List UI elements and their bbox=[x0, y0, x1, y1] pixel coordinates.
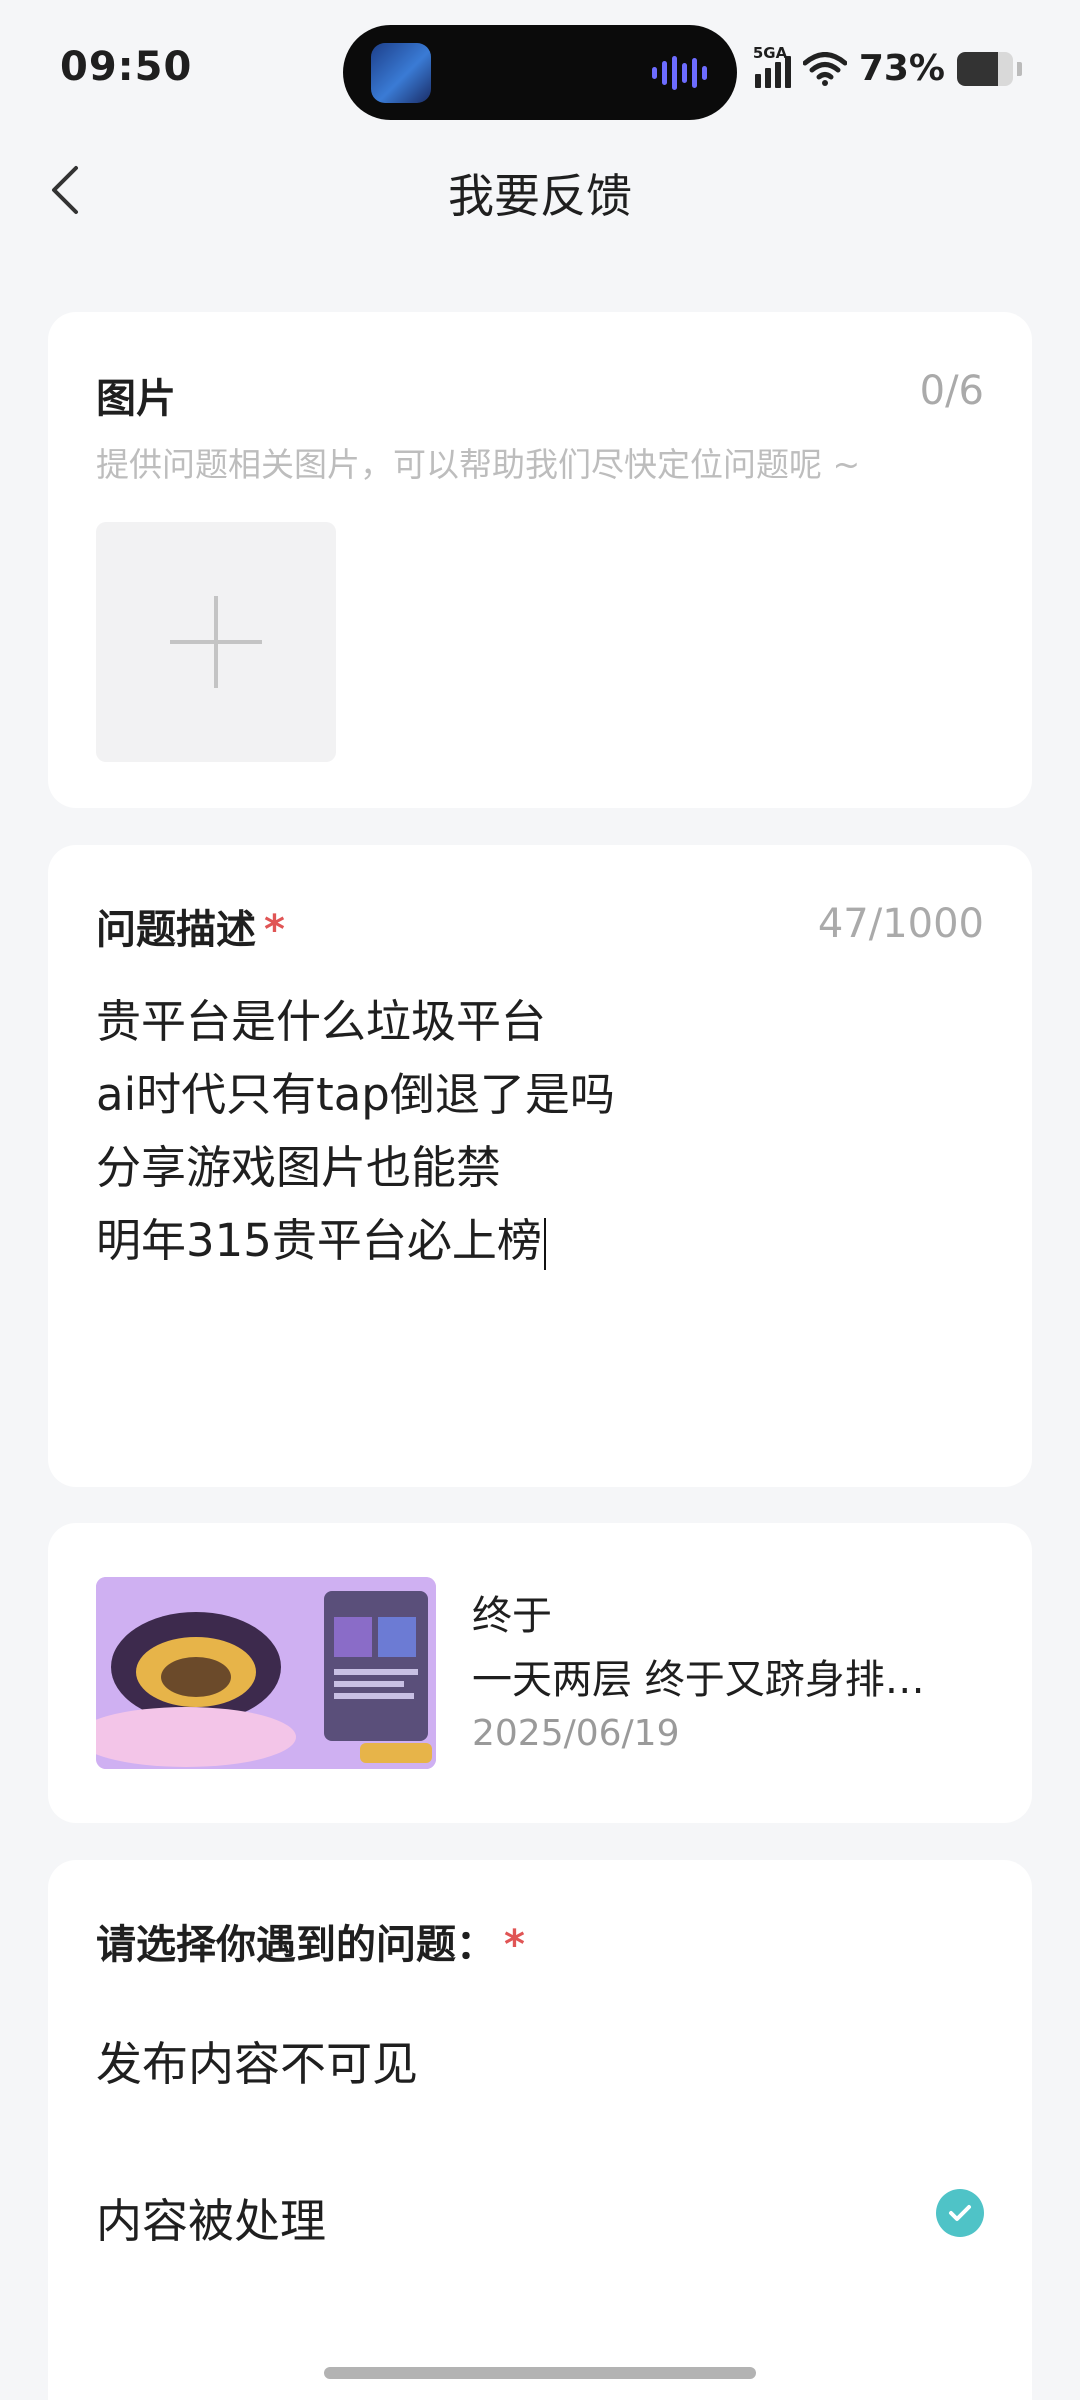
required-mark: * bbox=[504, 1922, 525, 1968]
wifi-icon bbox=[802, 51, 847, 86]
problem-card: 请选择你遇到的问题： * 发布内容不可见 内容被处理 bbox=[48, 1860, 1032, 2400]
text-cursor bbox=[543, 1218, 546, 1270]
plus-icon bbox=[170, 596, 262, 688]
images-card: 图片 0/6 提供问题相关图片，可以帮助我们尽快定位问题呢 ~ bbox=[48, 312, 1032, 808]
game-screenshot-image bbox=[96, 1577, 436, 1769]
dynamic-island[interactable] bbox=[343, 25, 737, 120]
status-time: 09:50 bbox=[60, 44, 193, 90]
add-image-button[interactable] bbox=[96, 522, 336, 762]
nav-bar: 我要反馈 bbox=[0, 140, 1080, 240]
description-line: 贵平台是什么垃圾平台 bbox=[96, 995, 547, 1048]
audio-wave-icon bbox=[652, 55, 707, 91]
battery-icon bbox=[957, 51, 1013, 86]
post-title: 终于 bbox=[472, 1593, 552, 1639]
page-title: 我要反馈 bbox=[448, 169, 632, 223]
status-indicators: 5GA 73% bbox=[753, 44, 1022, 89]
description-line: 分享游戏图片也能禁 bbox=[96, 1141, 502, 1194]
description-card: 问题描述 * 47/1000 贵平台是什么垃圾平台 ai时代只有tap倒退了是吗 … bbox=[48, 845, 1032, 1487]
problem-option-invisible[interactable]: 发布内容不可见 bbox=[48, 2000, 1032, 2110]
network-type: 5GA bbox=[752, 43, 788, 62]
images-counter: 0/6 bbox=[919, 368, 984, 414]
option-label: 内容被处理 bbox=[96, 2194, 326, 2248]
problem-title-label: 请选择你遇到的问题： bbox=[96, 1922, 496, 1968]
description-line-last: 明年315贵平台必上榜 bbox=[96, 1204, 984, 1277]
post-subtitle: 一天两层 终于又跻身排行榜了 bbox=[472, 1657, 952, 1703]
required-mark: * bbox=[264, 907, 285, 953]
description-title-label: 问题描述 bbox=[96, 907, 256, 953]
description-textarea[interactable]: 贵平台是什么垃圾平台 ai时代只有tap倒退了是吗 分享游戏图片也能禁 明年31… bbox=[96, 985, 984, 1277]
app-thumbnail-icon bbox=[371, 43, 431, 103]
images-section-title: 图片 bbox=[96, 376, 176, 422]
home-indicator[interactable] bbox=[324, 2367, 756, 2379]
description-counter: 47/1000 bbox=[817, 901, 984, 947]
problem-section-title: 请选择你遇到的问题： * bbox=[96, 1912, 984, 1970]
battery-percent: 73% bbox=[858, 48, 945, 89]
related-post-card[interactable]: 终于 一天两层 终于又跻身排行榜了 2025/06/19 bbox=[48, 1523, 1032, 1823]
description-line: ai时代只有tap倒退了是吗 bbox=[96, 1068, 615, 1121]
cellular-signal-icon: 5GA bbox=[753, 44, 791, 88]
option-label: 发布内容不可见 bbox=[96, 2037, 418, 2091]
problem-option-processed[interactable]: 内容被处理 bbox=[48, 2157, 1032, 2267]
battery-cap bbox=[1017, 61, 1022, 76]
check-icon bbox=[936, 2189, 984, 2237]
post-date: 2025/06/19 bbox=[472, 1713, 680, 1754]
description-line: 明年315贵平台必上榜 bbox=[96, 1214, 542, 1267]
post-thumbnail bbox=[96, 1577, 436, 1769]
images-hint: 提供问题相关图片，可以帮助我们尽快定位问题呢 ~ bbox=[96, 445, 861, 484]
status-bar: 09:50 5GA 73% bbox=[0, 0, 1080, 140]
